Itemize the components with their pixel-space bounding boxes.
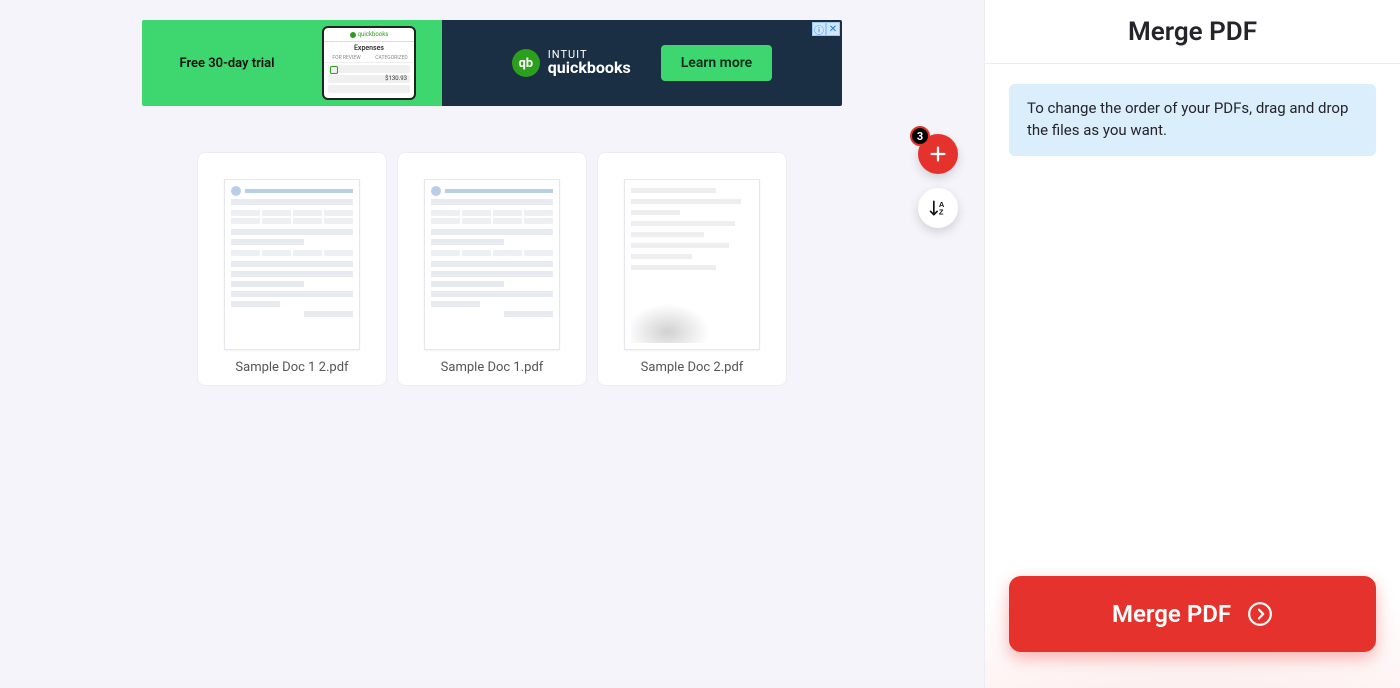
ad-brand: qb INTUIT quickbooks xyxy=(512,49,631,77)
file-thumbnail xyxy=(224,179,360,350)
info-message: To change the order of your PDFs, drag a… xyxy=(1009,84,1376,156)
file-card[interactable]: Sample Doc 1 2.pdf xyxy=(197,152,387,386)
merge-pdf-button[interactable]: Merge PDF xyxy=(1009,576,1376,652)
sort-az-icon: A Z xyxy=(928,198,948,218)
merge-button-label: Merge PDF xyxy=(1112,600,1231,628)
main-workspace: Free 30-day trial quickbooks Expenses FO… xyxy=(0,0,984,688)
file-thumbnail xyxy=(424,179,560,350)
ad-brand-bottom: quickbooks xyxy=(548,60,631,77)
file-name: Sample Doc 2.pdf xyxy=(610,360,774,375)
file-name: Sample Doc 1 2.pdf xyxy=(210,360,374,375)
ad-close-icon[interactable]: ✕ xyxy=(826,22,840,36)
file-thumbnail xyxy=(624,179,760,350)
quickbooks-logo-icon: qb xyxy=(512,49,540,77)
ad-trial-text: Free 30-day trial xyxy=(142,20,312,106)
ad-phone-mock: quickbooks Expenses FOR REVIEWCATEGORIZE… xyxy=(312,20,442,106)
sidebar-action-area: Merge PDF xyxy=(985,548,1400,688)
sidebar: Merge PDF To change the order of your PD… xyxy=(984,0,1400,688)
svg-text:Z: Z xyxy=(939,208,944,217)
add-files-button[interactable]: 3 xyxy=(918,134,958,174)
adchoices-icon[interactable]: ⓘ xyxy=(812,22,826,36)
ad-right: qb INTUIT quickbooks Learn more ⓘ ✕ xyxy=(442,20,842,106)
ad-banner[interactable]: Free 30-day trial quickbooks Expenses FO… xyxy=(142,20,842,106)
file-card[interactable]: Sample Doc 2.pdf xyxy=(597,152,787,386)
arrow-right-circle-icon xyxy=(1247,601,1273,627)
ad-cta-button[interactable]: Learn more xyxy=(661,45,772,81)
file-card[interactable]: Sample Doc 1.pdf xyxy=(397,152,587,386)
ad-phone-amount: $130.93 xyxy=(385,75,407,82)
plus-icon xyxy=(927,143,949,165)
floating-actions: 3 A Z xyxy=(918,134,958,228)
ad-phone-section: Expenses xyxy=(324,42,414,54)
ad-phone-frame: quickbooks Expenses FOR REVIEWCATEGORIZE… xyxy=(322,26,416,100)
ad-phone-tab2: CATEGORIZED xyxy=(369,54,414,62)
ad-phone-app: quickbooks xyxy=(358,31,389,38)
sort-az-button[interactable]: A Z xyxy=(918,188,958,228)
file-name: Sample Doc 1.pdf xyxy=(410,360,574,375)
ad-phone-tab1: FOR REVIEW xyxy=(324,54,369,62)
sidebar-title: Merge PDF xyxy=(985,0,1400,64)
file-count-badge: 3 xyxy=(910,126,930,146)
file-card-grid: Sample Doc 1 2.pdf Sample Doc 1.pdf xyxy=(197,152,787,386)
